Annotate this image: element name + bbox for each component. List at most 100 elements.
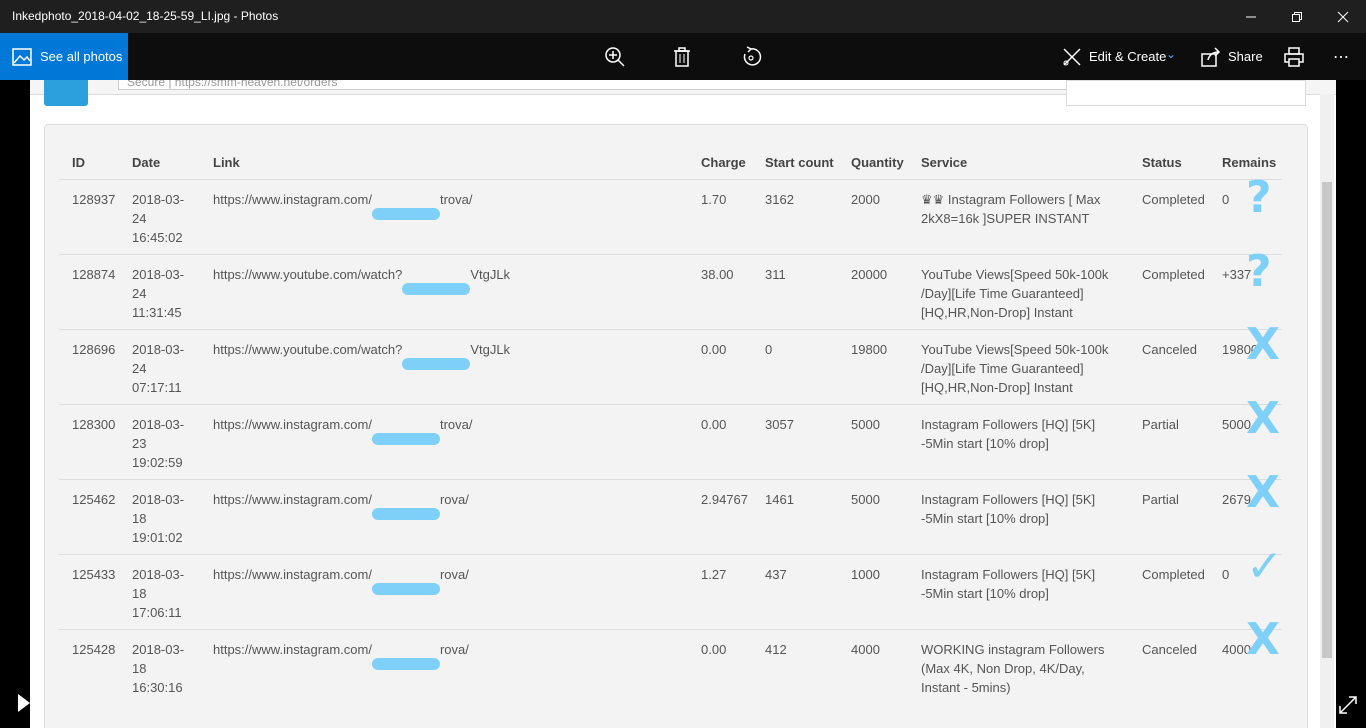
see-all-photos-button[interactable]: See all photos bbox=[0, 33, 128, 80]
service-line: ♛♛ Instagram Followers [ Max bbox=[921, 192, 1101, 207]
date-line: 2018-03- bbox=[132, 342, 185, 357]
cell-charge: 1.70 bbox=[688, 179, 752, 255]
link-start[interactable]: https://www.instagram.com/ bbox=[213, 642, 372, 657]
table-row: 128874 2018-03- 24 11:31:45 https://www.yout… bbox=[59, 254, 1282, 330]
search-box bbox=[1066, 80, 1306, 106]
close-button[interactable] bbox=[1320, 0, 1366, 33]
date-line: 2018-03- bbox=[132, 567, 185, 582]
orders-panel: ID Date Link Charge Start count Quantity… bbox=[44, 124, 1308, 728]
date-line: 2018-03- bbox=[132, 267, 185, 282]
handwritten-mark: ? bbox=[1246, 172, 1272, 223]
link-end[interactable]: rova/ bbox=[440, 642, 469, 657]
cell-date: 2018-03- 23 19:02:59 bbox=[119, 404, 200, 480]
link-end[interactable]: rova/ bbox=[440, 567, 469, 582]
redaction-mark bbox=[402, 358, 471, 370]
cell-quantity: 4000 bbox=[838, 629, 908, 704]
orders-table: ID Date Link Charge Start count Quantity… bbox=[59, 145, 1282, 704]
cell-link: https://www.youtube.com/watch? VtgJLk bbox=[200, 329, 688, 405]
title-bar: Inkedphoto_2018-04-02_18-25-59_LI.jpg - … bbox=[0, 0, 1366, 33]
maximize-button[interactable] bbox=[1274, 0, 1320, 33]
share-icon bbox=[1201, 47, 1221, 67]
cell-id: 128300 bbox=[59, 404, 119, 480]
date-line: 24 bbox=[132, 211, 147, 226]
cell-status: Canceled bbox=[1129, 329, 1209, 405]
redaction-mark bbox=[402, 283, 471, 295]
cell-date: 2018-03- 18 17:06:11 bbox=[119, 554, 200, 630]
previous-arrow-icon[interactable] bbox=[18, 694, 30, 712]
handwritten-mark: X bbox=[1246, 614, 1280, 666]
zoom-button[interactable] bbox=[602, 44, 628, 70]
date-line: 18 bbox=[132, 586, 147, 601]
cell-service: YouTube Views[Speed 50k-100k/Day][Life T… bbox=[908, 329, 1129, 405]
link-start[interactable]: https://www.instagram.com/ bbox=[213, 417, 372, 432]
col-header-status: Status bbox=[1142, 154, 1182, 170]
cell-charge: 0.00 bbox=[688, 629, 752, 704]
cell-start-count: 0 bbox=[752, 329, 838, 405]
link-start[interactable]: https://www.youtube.com/watch? bbox=[213, 342, 402, 357]
cell-id: 128874 bbox=[59, 254, 119, 330]
cell-service: Instagram Followers [HQ] [5K] -5Min start… bbox=[908, 404, 1129, 480]
cell-link: https://www.youtube.com/watch? VtgJLk bbox=[200, 254, 688, 330]
rotate-button[interactable] bbox=[738, 44, 764, 70]
cell-date: 2018-03- 18 19:01:02 bbox=[119, 479, 200, 555]
date-line: 24 bbox=[132, 361, 147, 376]
more-options-icon[interactable]: ⋯ bbox=[1328, 44, 1354, 70]
col-header-date: Date bbox=[132, 154, 161, 170]
chevron-down-icon[interactable]: ⌄ bbox=[1166, 47, 1176, 61]
cell-id: 128696 bbox=[59, 329, 119, 405]
link-end[interactable]: trova/ bbox=[440, 192, 473, 207]
expand-icon[interactable] bbox=[1338, 695, 1358, 715]
service-line: YouTube Views[Speed 50k-100k bbox=[921, 267, 1109, 282]
delete-button[interactable] bbox=[669, 44, 695, 70]
cell-quantity: 5000 bbox=[838, 404, 908, 480]
service-line: Instant - 5mins) bbox=[921, 680, 1011, 695]
cell-quantity: 5000 bbox=[838, 479, 908, 555]
cell-link: https://www.instagram.com/rova/ bbox=[200, 554, 688, 630]
date-line: 19:02:59 bbox=[132, 455, 183, 470]
link-end[interactable]: VtgJLk bbox=[470, 342, 510, 357]
handwritten-mark: X bbox=[1246, 466, 1280, 518]
link-end[interactable]: rova/ bbox=[440, 492, 469, 507]
cell-charge: 2.94767 bbox=[688, 479, 752, 555]
redaction-mark bbox=[371, 583, 440, 595]
edit-create-icon-wrap bbox=[1059, 44, 1085, 70]
date-line: 2018-03- bbox=[132, 192, 185, 207]
cell-start-count: 1461 bbox=[752, 479, 838, 555]
link-start[interactable]: https://www.instagram.com/ bbox=[213, 192, 372, 207]
scrollbar[interactable] bbox=[1320, 94, 1334, 728]
edit-create-icon bbox=[1063, 48, 1081, 66]
col-header-id: ID bbox=[72, 154, 85, 170]
service-line: WORKING instagram Followers bbox=[921, 642, 1105, 657]
edit-create-button[interactable]: Edit & Create bbox=[1089, 49, 1166, 64]
print-button[interactable] bbox=[1281, 44, 1307, 70]
cell-id: 125462 bbox=[59, 479, 119, 555]
service-line: Instagram Followers [HQ] [5K] bbox=[921, 492, 1096, 507]
cell-start-count: 437 bbox=[752, 554, 838, 630]
cell-date: 2018-03- 24 07:17:11 bbox=[119, 329, 200, 405]
cell-service: Instagram Followers [HQ] [5K] -5Min start… bbox=[908, 554, 1129, 630]
service-line: (Max 4K, Non Drop, 4K/Day, bbox=[921, 661, 1085, 676]
link-start[interactable]: https://www.instagram.com/ bbox=[213, 567, 372, 582]
handwritten-mark: X bbox=[1246, 319, 1280, 371]
scrollbar-thumb[interactable] bbox=[1322, 182, 1332, 658]
cell-date: 2018-03- 24 16:45:02 bbox=[119, 179, 200, 255]
cell-charge: 0.00 bbox=[688, 404, 752, 480]
table-row: 128937 2018-03- 24 16:45:02 https://www.inst… bbox=[59, 179, 1282, 255]
date-line: 19:01:02 bbox=[132, 530, 183, 545]
col-header-start-count: Start count bbox=[765, 154, 834, 170]
cell-status: Completed bbox=[1129, 554, 1209, 630]
minimize-button[interactable] bbox=[1228, 0, 1274, 33]
share-button[interactable]: Share bbox=[1228, 49, 1263, 64]
service-line: /Day][Life Time Guaranteed] bbox=[921, 361, 1084, 376]
date-line: 2018-03- bbox=[132, 642, 185, 657]
date-line: 18 bbox=[132, 661, 147, 676]
link-end[interactable]: VtgJLk bbox=[470, 267, 510, 282]
link-start[interactable]: https://www.youtube.com/watch? bbox=[213, 267, 402, 282]
col-header-service: Service bbox=[921, 154, 968, 170]
window-title: Inkedphoto_2018-04-02_18-25-59_LI.jpg - … bbox=[12, 9, 279, 23]
cell-start-count: 412 bbox=[752, 629, 838, 704]
link-start[interactable]: https://www.instagram.com/ bbox=[213, 492, 372, 507]
link-end[interactable]: trova/ bbox=[440, 417, 473, 432]
date-line: 17:06:11 bbox=[132, 605, 182, 620]
cell-start-count: 311 bbox=[752, 254, 838, 330]
